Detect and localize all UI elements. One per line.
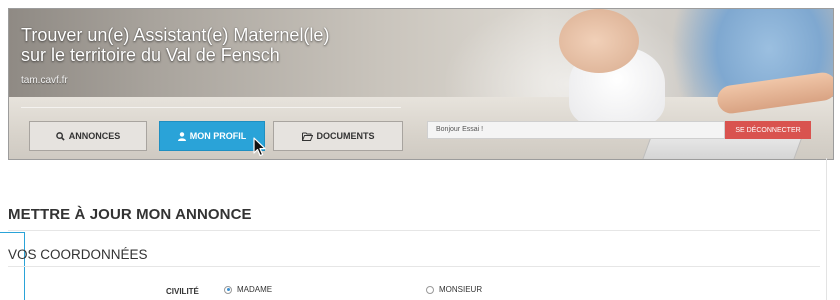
user-icon [177, 131, 186, 141]
header-banner: Trouver un(e) Assistant(e) Maternel(le) … [8, 8, 834, 160]
tab-annonces-label: ANNONCES [68, 131, 121, 141]
tab-mon-profil[interactable]: MON PROFIL [159, 121, 265, 151]
radio-monsieur[interactable]: MONSIEUR [426, 285, 482, 294]
radio-madame-indicator[interactable] [224, 285, 232, 294]
banner-photo-baby-head [559, 9, 639, 73]
radio-monsieur-label: MONSIEUR [439, 285, 483, 294]
mouse-cursor-icon [253, 137, 266, 157]
content-right-border [826, 158, 827, 300]
logout-button[interactable]: SE DÉCONNECTER [725, 121, 811, 139]
folder-open-icon [301, 132, 313, 141]
radio-monsieur-indicator[interactable] [426, 285, 434, 294]
page-title: METTRE À JOUR MON ANNONCE [8, 206, 252, 223]
radio-madame[interactable]: MADAME [224, 285, 272, 294]
site-title[interactable]: Trouver un(e) Assistant(e) Maternel(le) … [21, 25, 329, 65]
civilite-label: CIVILITÉ [166, 287, 199, 296]
header-divider [21, 107, 401, 108]
search-icon [55, 131, 65, 141]
tab-documents[interactable]: DOCUMENTS [273, 121, 403, 151]
tab-annonces[interactable]: ANNONCES [29, 121, 147, 151]
greeting-text: Bonjour Essai ! [427, 121, 725, 139]
site-title-line-1[interactable]: Trouver un(e) Assistant(e) Maternel(le) [21, 25, 329, 45]
site-title-line-2[interactable]: sur le territoire du Val de Fensch [21, 45, 329, 65]
left-accent-line [0, 232, 24, 233]
title-divider [8, 230, 820, 231]
tab-mon-profil-label: MON PROFIL [189, 131, 247, 141]
tab-documents-label: DOCUMENTS [316, 131, 375, 141]
radio-madame-label: MADAME [237, 285, 273, 294]
section-divider [8, 266, 820, 267]
site-url: tam.cavf.fr [21, 75, 68, 86]
section-title: VOS COORDONNÉES [8, 247, 148, 262]
